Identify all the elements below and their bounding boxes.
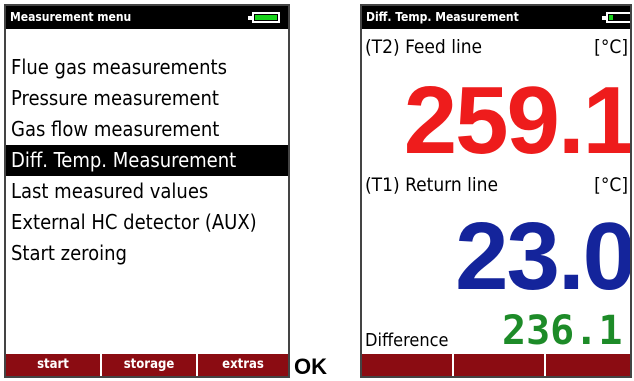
menu-item-gas-flow[interactable]: Gas flow measurement (6, 114, 288, 145)
difference-value: 236.1 (502, 308, 623, 354)
battery-icon (602, 12, 630, 23)
menu-softkey-bar: start storage extras (6, 354, 288, 376)
softkey-right[interactable] (544, 354, 630, 376)
measurement-softkey-bar (362, 354, 630, 376)
menu-item-start-zeroing[interactable]: Start zeroing (6, 238, 288, 269)
softkey-start[interactable]: start (6, 354, 100, 376)
measurement-menu-screen: Measurement menu Flue gas measurements P… (4, 4, 290, 378)
menu-item-flue-gas[interactable]: Flue gas measurements (6, 52, 288, 83)
softkey-extras[interactable]: extras (196, 354, 288, 376)
menu-item-pressure[interactable]: Pressure measurement (6, 83, 288, 114)
softkey-left[interactable] (362, 354, 452, 376)
menu-item-diff-temp[interactable]: Diff. Temp. Measurement (6, 145, 288, 176)
feed-line-unit: [°C] (594, 36, 628, 58)
ok-label: OK (294, 354, 327, 379)
measurement-titlebar: Diff. Temp. Measurement (362, 6, 630, 29)
diff-temp-measurement-screen: Diff. Temp. Measurement (T2) Feed line [… (360, 4, 632, 378)
return-line-value: 23.0 (455, 203, 632, 310)
softkey-storage[interactable]: storage (100, 354, 196, 376)
feed-line-value: 259.1 (403, 67, 632, 174)
menu-title: Measurement menu (10, 10, 132, 24)
menu-item-last-values[interactable]: Last measured values (6, 176, 288, 207)
menu-titlebar: Measurement menu (6, 6, 288, 29)
softkey-middle[interactable] (452, 354, 544, 376)
menu-item-hc-detector[interactable]: External HC detector (AUX) (6, 207, 288, 238)
measurement-title: Diff. Temp. Measurement (366, 10, 519, 24)
battery-icon (248, 12, 280, 23)
difference-label: Difference (365, 330, 449, 351)
return-line-unit: [°C] (594, 174, 628, 196)
feed-line-label: (T2) Feed line (365, 36, 483, 58)
return-line-label: (T1) Return line (365, 174, 498, 196)
